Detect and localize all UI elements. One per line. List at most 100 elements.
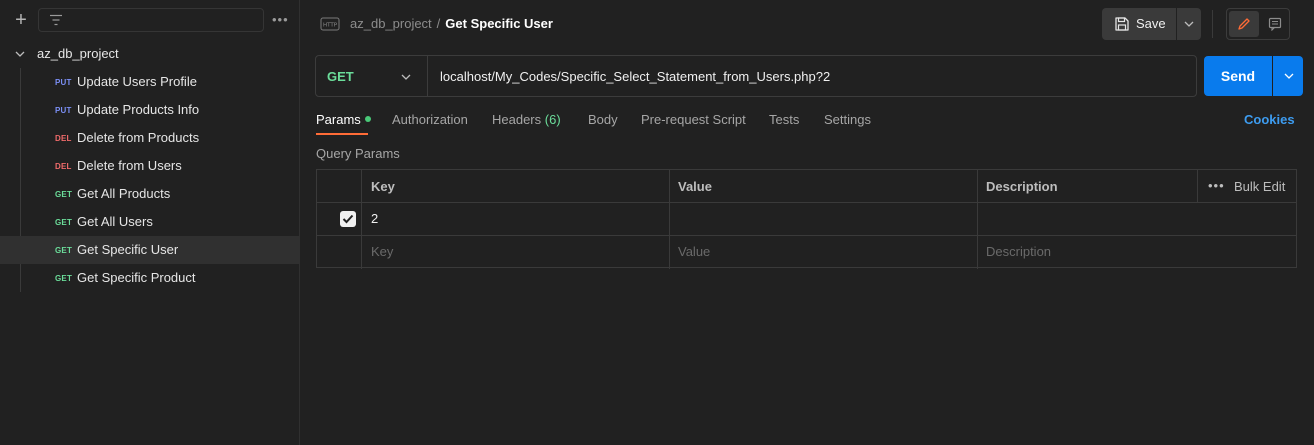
save-icon: [1115, 17, 1129, 31]
http-request-icon: HTTP: [320, 17, 340, 31]
sidebar-request-item[interactable]: GET Get Specific User: [0, 236, 299, 264]
request-method-badge: GET: [55, 190, 73, 199]
tab-authorization-label: Authorization: [392, 112, 468, 127]
plus-icon[interactable]: +: [10, 9, 32, 31]
pencil-icon: [1238, 18, 1250, 30]
headers-count: (6): [544, 112, 561, 127]
sidebar-search-input[interactable]: [69, 11, 259, 29]
key-header: Key: [361, 170, 669, 203]
description-header: Description: [977, 170, 1197, 203]
documentation-mode-button[interactable]: [1261, 11, 1289, 37]
collection-az-db-project[interactable]: az_db_project: [0, 42, 299, 66]
save-label: Save: [1136, 16, 1166, 31]
method-value: GET: [327, 69, 354, 84]
param-value-cell[interactable]: [669, 203, 977, 236]
sidebar-request-item[interactable]: DEL Delete from Products: [0, 124, 299, 152]
param-key-cell[interactable]: 2: [361, 203, 669, 236]
breadcrumb-parent[interactable]: az_db_project: [350, 16, 432, 31]
edit-mode-button[interactable]: [1229, 11, 1259, 37]
chevron-down-icon: [15, 51, 25, 57]
more-horizontal-icon[interactable]: •••: [272, 12, 290, 28]
active-tab-indicator: [316, 133, 368, 135]
value-placeholder: Value: [678, 244, 711, 259]
filter-icon: [50, 14, 62, 26]
url-bar: GET: [315, 55, 1197, 97]
tab-params[interactable]: Params: [316, 112, 371, 127]
send-dropdown-button[interactable]: [1273, 56, 1303, 96]
send-label: Send: [1220, 68, 1256, 84]
cookies-link[interactable]: Cookies: [1244, 112, 1295, 127]
chevron-down-icon: [1284, 73, 1294, 79]
tab-headers-label: Headers: [492, 112, 542, 127]
toolbar-divider: [1212, 10, 1213, 38]
request-method-badge: GET: [55, 246, 73, 255]
checkmark-icon: [342, 214, 354, 224]
request-name: Get Specific User: [77, 242, 179, 257]
request-name: Delete from Users: [77, 158, 182, 173]
sidebar-search[interactable]: [38, 8, 264, 32]
key-placeholder: Key: [371, 244, 394, 259]
svg-text:HTTP: HTTP: [323, 23, 338, 29]
request-method-badge: GET: [55, 274, 73, 283]
table-row-empty: Key Value Description: [317, 236, 1296, 269]
value-header-label: Value: [678, 179, 712, 194]
sidebar-request-item[interactable]: GET Get All Products: [0, 180, 299, 208]
url-input[interactable]: [440, 67, 1180, 85]
query-params-title: Query Params: [316, 146, 400, 161]
sidebar-toolbar: + •••: [0, 0, 300, 40]
request-method-badge: GET: [55, 218, 73, 227]
chevron-down-icon: [1184, 21, 1194, 27]
save-dropdown-button[interactable]: [1177, 8, 1201, 40]
description-header-label: Description: [986, 179, 1058, 194]
send-button[interactable]: Send: [1204, 56, 1272, 96]
request-method-badge: PUT: [55, 106, 72, 115]
new-value-cell[interactable]: Value: [669, 236, 977, 269]
breadcrumb-current[interactable]: Get Specific User: [445, 16, 553, 31]
new-key-cell[interactable]: Key: [361, 236, 669, 269]
save-button[interactable]: Save: [1102, 8, 1176, 40]
sidebar: + ••• az_db_project PUT Update Users Prof…: [0, 0, 300, 445]
more-horizontal-icon: •••: [1208, 178, 1225, 193]
bulk-edit-button[interactable]: ••• Bulk Edit: [1197, 170, 1296, 203]
sidebar-request-item[interactable]: DEL Delete from Users: [0, 152, 299, 180]
tab-headers[interactable]: Headers (6): [492, 112, 561, 127]
key-header-label: Key: [371, 179, 395, 194]
tab-authorization[interactable]: Authorization: [392, 112, 468, 127]
request-name: Get All Users: [77, 214, 153, 229]
comment-icon: [1268, 17, 1282, 31]
tab-settings[interactable]: Settings: [824, 112, 871, 127]
bulk-edit-label: Bulk Edit: [1234, 179, 1286, 194]
tab-pre-request-script-label: Pre-request Script: [641, 112, 746, 127]
tab-body[interactable]: Body: [588, 112, 618, 127]
query-params-table: Key Value Description ••• Bulk Edit 2 Ke…: [316, 169, 1297, 269]
params-indicator-dot: [364, 116, 371, 122]
param-enabled-checkbox[interactable]: [340, 211, 356, 227]
sidebar-request-item[interactable]: GET Get All Users: [0, 208, 299, 236]
tab-tests-label: Tests: [769, 112, 800, 127]
sidebar-request-item[interactable]: PUT Update Products Info: [0, 96, 299, 124]
table-header-row: Key Value Description ••• Bulk Edit: [317, 170, 1296, 203]
new-description-cell[interactable]: Description: [977, 236, 1296, 269]
request-method-badge: DEL: [55, 134, 72, 143]
param-description-cell[interactable]: [977, 203, 1296, 236]
breadcrumb-separator: /: [436, 16, 441, 31]
request-name: Update Products Info: [77, 102, 200, 117]
request-name: Get All Products: [77, 186, 171, 201]
chevron-down-icon: [401, 74, 411, 80]
request-name: Delete from Products: [77, 130, 200, 145]
request-method-badge: DEL: [55, 162, 72, 171]
request-name: Update Users Profile: [77, 74, 197, 89]
collection-name: az_db_project: [37, 46, 119, 61]
tab-settings-label: Settings: [824, 112, 871, 127]
method-select[interactable]: GET: [316, 56, 428, 96]
request-name: Get Specific Product: [77, 270, 196, 285]
sidebar-request-item[interactable]: GET Get Specific Product: [0, 264, 299, 292]
view-mode-toggle: [1226, 8, 1290, 40]
sidebar-request-item[interactable]: PUT Update Users Profile: [0, 68, 299, 96]
tab-params-label: Params: [316, 112, 361, 127]
tab-tests[interactable]: Tests: [769, 112, 799, 127]
description-placeholder: Description: [986, 244, 1052, 259]
param-key-value: 2: [371, 211, 379, 226]
tab-pre-request-script[interactable]: Pre-request Script: [641, 112, 746, 127]
request-editor: HTTP az_db_project / Get Specific User Sav…: [300, 0, 1314, 445]
